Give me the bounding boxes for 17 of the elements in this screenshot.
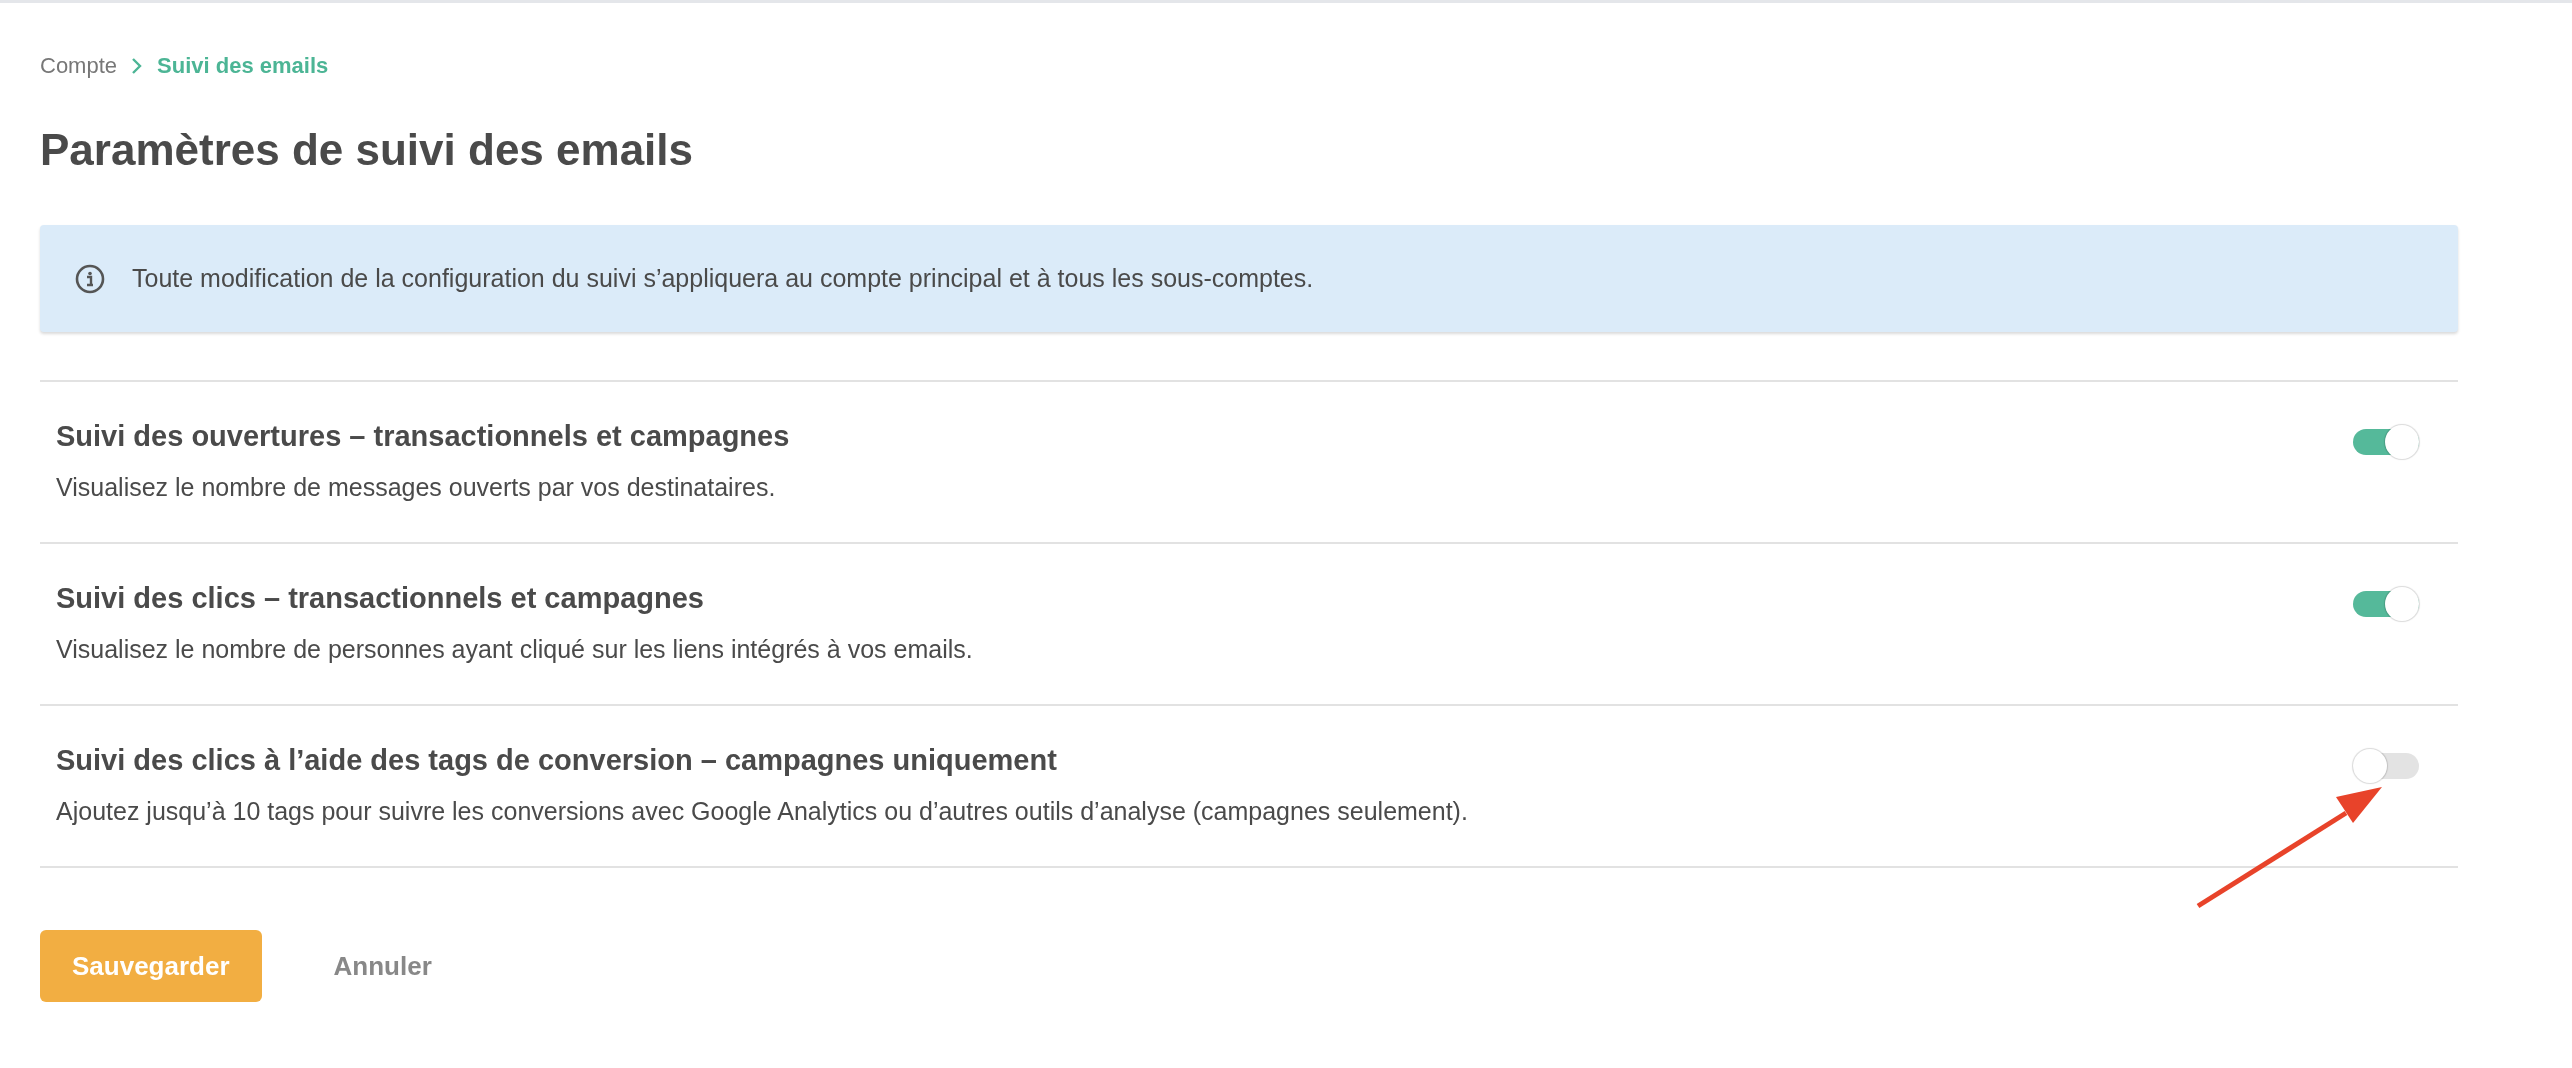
breadcrumb-link[interactable]: Compte — [40, 53, 118, 79]
save-button[interactable]: Sauvegarder — [40, 930, 262, 1002]
setting-title: Suivi des ouvertures – transactionnels et campagnes — [56, 420, 790, 453]
toggle-switch[interactable] — [2352, 424, 2420, 460]
toggle-switch[interactable] — [2352, 748, 2420, 784]
chevron-right-icon — [131, 57, 144, 75]
setting-description: Ajoutez jusqu’à 10 tags pour suivre les conversions avec Google Analytics ou d’autres outils d’analyse (campagnes seulement). — [56, 797, 1468, 826]
setting-description: Visualisez le nombre de personnes ayant cliqué sur les liens intégrés à vos emails. — [56, 635, 973, 664]
setting-title: Suivi des clics à l’aide des tags de conversion – campagnes uniquement — [56, 744, 1058, 777]
setting-title: Suivi des clics – transactionnels et campagnes — [56, 582, 705, 615]
page-title: Paramètres de suivi des emails — [40, 125, 695, 175]
breadcrumb-link[interactable]: Suivi des emails — [157, 53, 329, 79]
toggle-switch[interactable] — [2352, 586, 2420, 622]
cancel-button[interactable]: Annuler — [301, 930, 464, 1002]
setting-description: Visualisez le nombre de messages ouverts par vos destinataires. — [56, 473, 777, 502]
info-icon — [74, 262, 106, 295]
info-text: Toute modification de la configuration du suivi s’appliquera au compte principal et à tous les sous-comptes. — [132, 264, 1314, 293]
